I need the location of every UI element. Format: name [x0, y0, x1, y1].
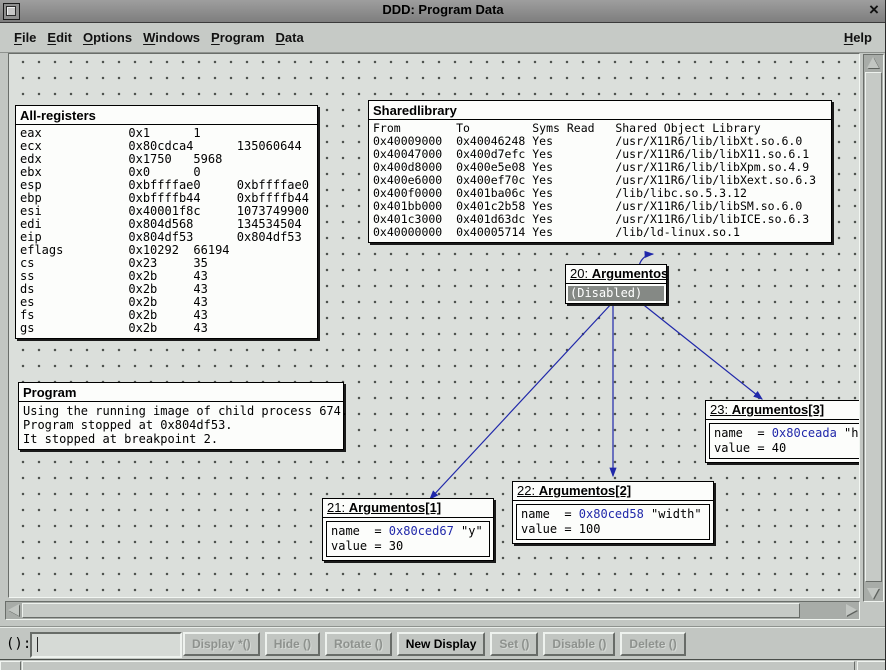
program-line: Using the running image of child process…	[23, 404, 339, 418]
node-22-value-field: value = 100	[521, 522, 705, 537]
menu-program[interactable]: Program	[211, 30, 264, 45]
bottom-panner-corner[interactable]	[0, 661, 21, 670]
sharedlibrary-box[interactable]: Sharedlibrary From To Syms Read Shared O…	[368, 100, 832, 243]
data-display-canvas[interactable]: All-registers eax 0x1 1 ecx 0x80cdca4 13…	[8, 53, 860, 598]
sharedlibrary-title: Sharedlibrary	[369, 101, 831, 120]
horizontal-scrollbar-thumb[interactable]	[22, 603, 800, 618]
sharedlibrary-body: From To Syms Read Shared Object Library …	[369, 120, 831, 242]
vertical-scrollbar-thumb[interactable]	[865, 72, 882, 582]
program-line: It stopped at breakpoint 2.	[23, 432, 339, 446]
titlebar[interactable]: DDD: Program Data ×	[0, 0, 886, 23]
ddd-program-data-window: DDD: Program Data × File Edit Options Wi…	[0, 0, 886, 670]
node-20-title: 20: Argumentos	[566, 265, 666, 284]
vertical-scrollbar[interactable]	[863, 54, 884, 602]
arrow-20-to-21	[430, 302, 613, 499]
all-registers-title: All-registers	[16, 106, 317, 125]
node-23-value-field: value = 40	[714, 441, 860, 456]
program-body: Using the running image of child process…	[19, 402, 343, 449]
text-caret	[37, 637, 38, 652]
window-title: DDD: Program Data	[0, 2, 886, 17]
node-21-value-field: value = 30	[331, 539, 485, 554]
pointer-value: 0x80ced58	[579, 507, 644, 521]
close-icon[interactable]: ×	[866, 0, 882, 20]
pointer-value: 0x80ceada	[772, 426, 837, 440]
disable-button[interactable]: Disable ()	[543, 632, 615, 656]
arrow-20-to-23	[640, 302, 762, 399]
display-node-23[interactable]: 23: Argumentos[3] name = 0x80ceada "h va…	[705, 400, 860, 463]
hide-button[interactable]: Hide ()	[265, 632, 320, 656]
set-button[interactable]: Set ()	[490, 632, 538, 656]
node-23-name-field: name = 0x80ceada "h	[714, 426, 860, 441]
menu-help[interactable]: Help	[844, 30, 886, 45]
menu-edit[interactable]: Edit	[47, 30, 72, 45]
node-22-name-field: name = 0x80ced58 "width"	[521, 507, 705, 522]
node-20-disabled-badge: (Disabled)	[568, 286, 664, 301]
display-buttons: Display *() Hide () Rotate () New Displa…	[183, 632, 686, 656]
display-node-22[interactable]: 22: Argumentos[2] name = 0x80ced58 "widt…	[512, 481, 714, 544]
pointer-value: 0x80ced67	[389, 524, 454, 538]
node-21-name-field: name = 0x80ced67 "y"	[331, 524, 485, 539]
delete-button[interactable]: Delete ()	[620, 632, 685, 656]
horizontal-scrollbar[interactable]	[5, 601, 860, 620]
display-node-21[interactable]: 21: Argumentos[1] name = 0x80ced67 "y" v…	[322, 498, 494, 561]
argument-input[interactable]	[30, 632, 182, 658]
menu-options[interactable]: Options	[83, 30, 132, 45]
new-display-button[interactable]: New Display	[397, 632, 486, 656]
node-23-title: 23: Argumentos[3]	[706, 401, 860, 420]
scroll-up-icon[interactable]	[867, 57, 879, 68]
bottom-panner-bar[interactable]	[22, 661, 855, 670]
program-box[interactable]: Program Using the running image of child…	[18, 382, 344, 450]
display-button[interactable]: Display *()	[183, 632, 260, 656]
scroll-down-icon[interactable]	[867, 588, 879, 599]
menu-data[interactable]: Data	[276, 30, 304, 45]
menu-windows[interactable]: Windows	[143, 30, 200, 45]
program-line: Program stopped at 0x804df53.	[23, 418, 339, 432]
menu-file[interactable]: File	[14, 30, 36, 45]
argument-toolbar: (): Display *() Hide () Rotate () New Di…	[0, 626, 886, 661]
scroll-right-icon[interactable]	[846, 604, 857, 616]
all-registers-body: eax 0x1 1 ecx 0x80cdca4 135060644 edx 0x…	[16, 125, 317, 338]
all-registers-box[interactable]: All-registers eax 0x1 1 ecx 0x80cdca4 13…	[15, 105, 318, 339]
node-22-values: name = 0x80ced58 "width" value = 100	[516, 504, 710, 540]
node-22-title: 22: Argumentos[2]	[513, 482, 713, 501]
rotate-button[interactable]: Rotate ()	[325, 632, 392, 656]
menubar: File Edit Options Windows Program Data H…	[0, 23, 886, 53]
argument-label: ():	[6, 636, 31, 652]
display-node-20[interactable]: 20: Argumentos (Disabled)	[565, 264, 667, 304]
node-23-values: name = 0x80ceada "h value = 40	[709, 423, 860, 459]
bottom-panner-end[interactable]	[857, 661, 886, 670]
program-title: Program	[19, 383, 343, 402]
sharedlib-row: 0x40000000 0x40005714 Yes /lib/ld-linux.…	[373, 226, 827, 239]
bottom-separator	[0, 659, 886, 660]
scroll-left-icon[interactable]	[8, 604, 19, 616]
node-21-title: 21: Argumentos[1]	[323, 499, 493, 518]
register-row: gs 0x2b 43	[20, 322, 313, 335]
node-21-values: name = 0x80ced67 "y" value = 30	[326, 521, 490, 557]
menu-left: File Edit Options Windows Program Data	[0, 30, 304, 45]
